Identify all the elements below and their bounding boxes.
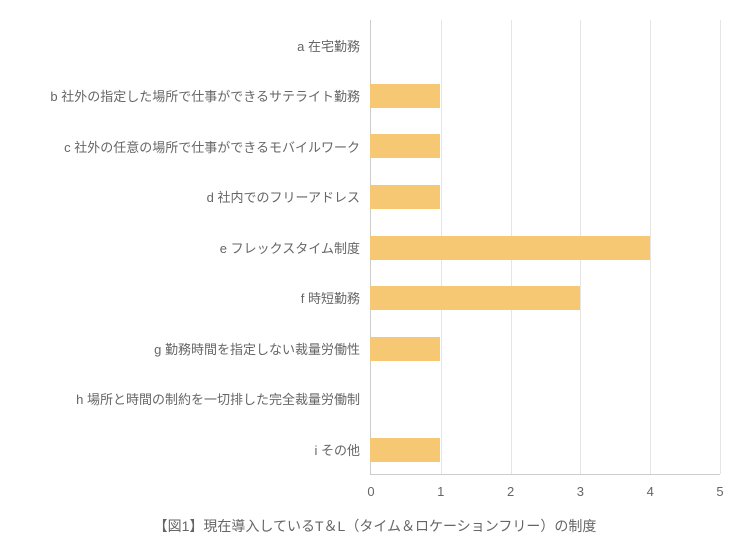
x-tick: 1 xyxy=(437,484,444,499)
y-label: f 時短勤務 xyxy=(301,288,360,307)
y-label: c 社外の任意の場所で仕事ができるモバイルワーク xyxy=(64,137,360,156)
bar xyxy=(370,236,650,260)
gridline xyxy=(650,20,651,474)
bar xyxy=(370,185,440,209)
y-label-row: h 場所と時間の制約を一切排した完全裁量労働制 xyxy=(0,374,370,425)
y-label-row: d 社内でのフリーアドレス xyxy=(0,172,370,223)
y-label-row: g 勤務時間を指定しない裁量労働性 xyxy=(0,323,370,374)
bar xyxy=(370,134,440,158)
x-tick: 5 xyxy=(716,484,723,499)
y-label: h 場所と時間の制約を一切排した完全裁量労働制 xyxy=(76,389,360,408)
y-label: i その他 xyxy=(314,440,360,459)
x-tick: 2 xyxy=(507,484,514,499)
x-tick: 3 xyxy=(577,484,584,499)
bar xyxy=(370,438,440,462)
y-label-row: i その他 xyxy=(0,424,370,475)
bar xyxy=(370,84,440,108)
chart-container: 0 1 2 3 4 5 a 在宅勤務 b 社外の指定した場所で仕事ができるサテラ… xyxy=(0,20,750,500)
bar xyxy=(370,286,580,310)
y-label: g 勤務時間を指定しない裁量労働性 xyxy=(154,339,360,358)
bar xyxy=(370,337,440,361)
y-label: b 社外の指定した場所で仕事ができるサテライト勤務 xyxy=(50,86,360,105)
y-label-row: a 在宅勤務 xyxy=(0,20,370,71)
x-tick: 4 xyxy=(647,484,654,499)
y-label: d 社内でのフリーアドレス xyxy=(207,187,360,206)
y-label-row: f 時短勤務 xyxy=(0,273,370,324)
gridline xyxy=(720,20,721,474)
y-label-row: c 社外の任意の場所で仕事ができるモバイルワーク xyxy=(0,121,370,172)
y-label: e フレックスタイム制度 xyxy=(220,238,360,257)
y-label-row: b 社外の指定した場所で仕事ができるサテライト勤務 xyxy=(0,71,370,122)
x-tick: 0 xyxy=(367,484,374,499)
y-label: a 在宅勤務 xyxy=(297,36,360,55)
chart-title: 【図1】現在導入しているT＆L（タイム＆ロケーションフリー）の制度 xyxy=(0,516,750,536)
y-label-row: e フレックスタイム制度 xyxy=(0,222,370,273)
